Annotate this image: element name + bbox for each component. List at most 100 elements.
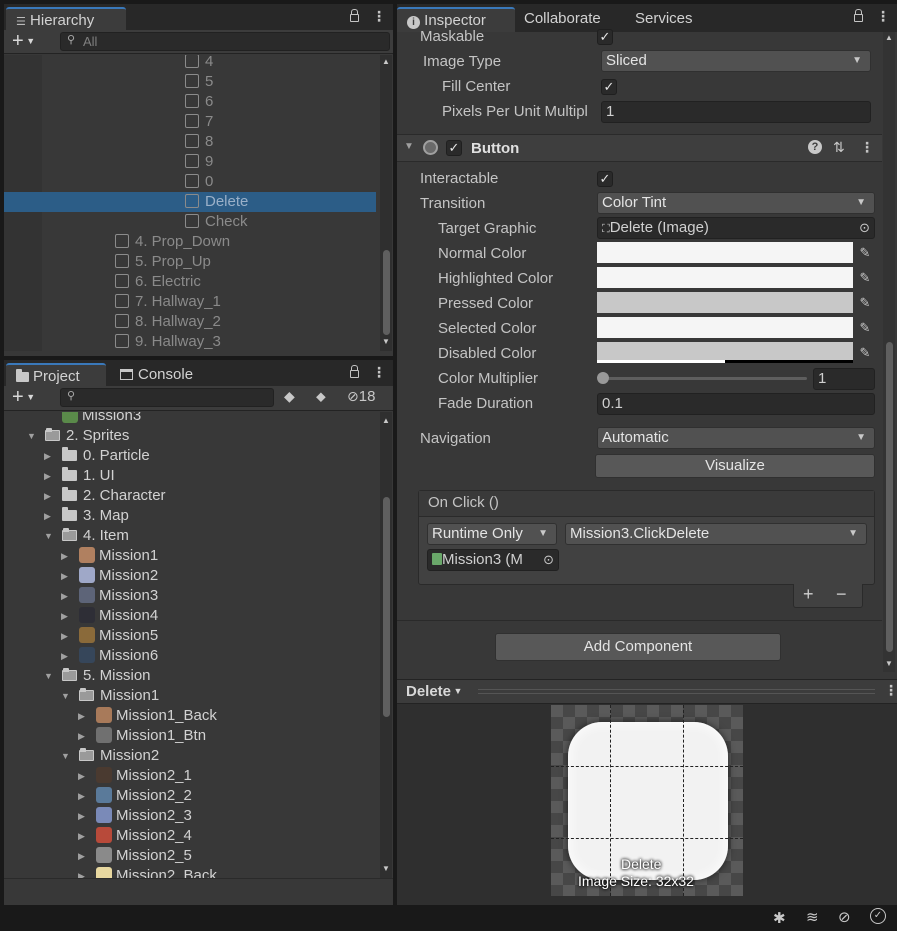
component-menu-icon[interactable]: ⋮: [860, 139, 874, 156]
foldout-collapsed-icon[interactable]: ▶: [44, 506, 51, 526]
debug-icon[interactable]: ✱: [773, 909, 786, 927]
foldout-collapsed-icon[interactable]: ▶: [61, 566, 68, 586]
image-type-dropdown[interactable]: Sliced ▼: [601, 50, 871, 72]
checkmark-icon[interactable]: ✓: [870, 908, 886, 924]
foldout-expanded-icon[interactable]: ▼: [61, 746, 70, 766]
remove-event-button[interactable]: −: [836, 584, 847, 605]
preview-drag-handle[interactable]: [478, 689, 875, 694]
project-item[interactable]: ▶ Mission2_1: [4, 766, 378, 786]
color-multiplier-slider-track[interactable]: [602, 377, 807, 380]
hierarchy-item[interactable]: Delete: [4, 192, 376, 212]
hierarchy-item[interactable]: 8: [4, 132, 376, 152]
foldout-collapsed-icon[interactable]: ▶: [78, 706, 85, 726]
fill-center-checkbox[interactable]: ✓: [601, 79, 617, 95]
foldout-collapsed-icon[interactable]: ▶: [78, 726, 85, 746]
foldout-collapsed-icon[interactable]: ▶: [61, 646, 68, 666]
hierarchy-item[interactable]: 4. Prop_Down: [4, 232, 376, 252]
foldout-expanded-icon[interactable]: ▼: [27, 426, 36, 446]
project-item[interactable]: ▼ Mission2: [4, 746, 378, 766]
add-component-button[interactable]: Add Component: [495, 633, 781, 661]
search-by-type-icon[interactable]: ◆: [284, 388, 295, 405]
foldout-expanded-icon[interactable]: ▼: [61, 686, 70, 706]
foldout-collapsed-icon[interactable]: ▶: [44, 486, 51, 506]
lock-icon[interactable]: [350, 365, 359, 378]
foldout-collapsed-icon[interactable]: ▶: [78, 866, 85, 878]
project-item[interactable]: ▼ Mission1: [4, 686, 378, 706]
auto-generate-lighting-icon[interactable]: ⊘: [838, 908, 851, 926]
foldout-collapsed-icon[interactable]: ▶: [44, 446, 51, 466]
hierarchy-item[interactable]: 6: [4, 92, 376, 112]
project-item[interactable]: Mission3: [4, 412, 378, 426]
project-item[interactable]: ▶ 3. Map: [4, 506, 378, 526]
tab-console[interactable]: Console: [110, 363, 220, 388]
add-button[interactable]: + ▼: [12, 30, 35, 53]
more-options-icon[interactable]: ⋮: [876, 8, 890, 25]
project-item[interactable]: ▶ Mission6: [4, 646, 378, 666]
object-picker-icon[interactable]: ⊙: [543, 550, 554, 570]
transition-dropdown[interactable]: Color Tint ▼: [597, 192, 875, 214]
cache-server-icon[interactable]: ≋: [806, 908, 819, 926]
tab-project[interactable]: Project: [6, 363, 106, 388]
project-item[interactable]: ▶ Mission1_Btn: [4, 726, 378, 746]
eyedropper-icon[interactable]: ✎: [855, 292, 875, 313]
hierarchy-item[interactable]: 5: [4, 72, 376, 92]
hierarchy-item[interactable]: 9: [4, 152, 376, 172]
eyedropper-icon[interactable]: ✎: [855, 317, 875, 338]
tab-hierarchy[interactable]: ☰ Hierarchy: [6, 7, 126, 32]
preset-icon[interactable]: ⇅: [833, 139, 845, 156]
hierarchy-item[interactable]: 8. Hallway_2: [4, 312, 376, 332]
project-item[interactable]: ▶ Mission2_3: [4, 806, 378, 826]
object-field[interactable]: Mission3 (M ⊙: [427, 549, 559, 571]
project-item[interactable]: ▼ 4. Item: [4, 526, 378, 546]
add-event-button[interactable]: +: [803, 584, 814, 605]
foldout-collapsed-icon[interactable]: ▶: [78, 846, 85, 866]
scroll-up-icon[interactable]: ▲: [382, 57, 390, 66]
foldout-expanded-icon[interactable]: ▼: [44, 526, 53, 546]
hierarchy-scroll-thumb[interactable]: [383, 250, 390, 335]
tab-collaborate[interactable]: Collaborate: [514, 7, 611, 32]
disabled-color-swatch[interactable]: [597, 342, 853, 363]
eyedropper-icon[interactable]: ✎: [855, 267, 875, 288]
project-scroll-thumb[interactable]: [383, 497, 390, 717]
foldout-collapsed-icon[interactable]: ▶: [78, 826, 85, 846]
scroll-up-icon[interactable]: ▲: [885, 33, 893, 42]
project-item[interactable]: ▶ Mission1_Back: [4, 706, 378, 726]
eyedropper-icon[interactable]: ✎: [855, 242, 875, 263]
runtime-dropdown[interactable]: Runtime Only ▼: [427, 523, 557, 545]
foldout-collapsed-icon[interactable]: ▶: [44, 466, 51, 486]
highlighted-color-swatch[interactable]: [597, 267, 853, 288]
lock-icon[interactable]: [350, 9, 359, 22]
project-search-input[interactable]: ⚲: [60, 388, 274, 407]
project-item[interactable]: ▶ Mission2_5: [4, 846, 378, 866]
fade-duration-field[interactable]: 0.1: [597, 393, 875, 415]
more-options-icon[interactable]: ⋮: [884, 682, 897, 699]
hierarchy-item[interactable]: 4: [4, 55, 376, 72]
foldout-arrow-icon[interactable]: ▼: [404, 141, 414, 152]
search-by-label-icon[interactable]: ⬥: [316, 388, 326, 405]
project-item[interactable]: ▶ Mission2_Back: [4, 866, 378, 878]
hierarchy-item[interactable]: 7. Hallway_1: [4, 292, 376, 312]
project-scrollbar[interactable]: ▲ ▼: [380, 412, 392, 878]
navigation-dropdown[interactable]: Automatic ▼: [597, 427, 875, 449]
inspector-scrollbar[interactable]: ▲ ▼: [883, 32, 895, 672]
maskable-checkbox[interactable]: ✓: [597, 29, 613, 45]
pressed-color-swatch[interactable]: [597, 292, 853, 313]
hierarchy-item[interactable]: 7: [4, 112, 376, 132]
search-input[interactable]: ⚲ All: [60, 32, 390, 51]
project-item[interactable]: ▼ 2. Sprites: [4, 426, 378, 446]
hierarchy-item[interactable]: 0: [4, 172, 376, 192]
scroll-up-icon[interactable]: ▲: [382, 416, 390, 425]
object-picker-icon[interactable]: ⊙: [859, 218, 870, 238]
function-dropdown[interactable]: Mission3.ClickDelete ▼: [565, 523, 867, 545]
project-item[interactable]: ▶ Mission3: [4, 586, 378, 606]
project-item[interactable]: ▼ 5. Mission: [4, 666, 378, 686]
project-item[interactable]: ▶ Mission2_2: [4, 786, 378, 806]
color-multiplier-field[interactable]: 1: [813, 368, 875, 390]
lock-icon[interactable]: [854, 9, 863, 22]
foldout-collapsed-icon[interactable]: ▶: [61, 626, 68, 646]
project-item[interactable]: ▶ 0. Particle: [4, 446, 378, 466]
hierarchy-scrollbar[interactable]: ▲ ▼: [380, 55, 392, 351]
foldout-expanded-icon[interactable]: ▼: [44, 666, 53, 686]
scroll-down-icon[interactable]: ▼: [885, 659, 893, 668]
interactable-checkbox[interactable]: ✓: [597, 171, 613, 187]
